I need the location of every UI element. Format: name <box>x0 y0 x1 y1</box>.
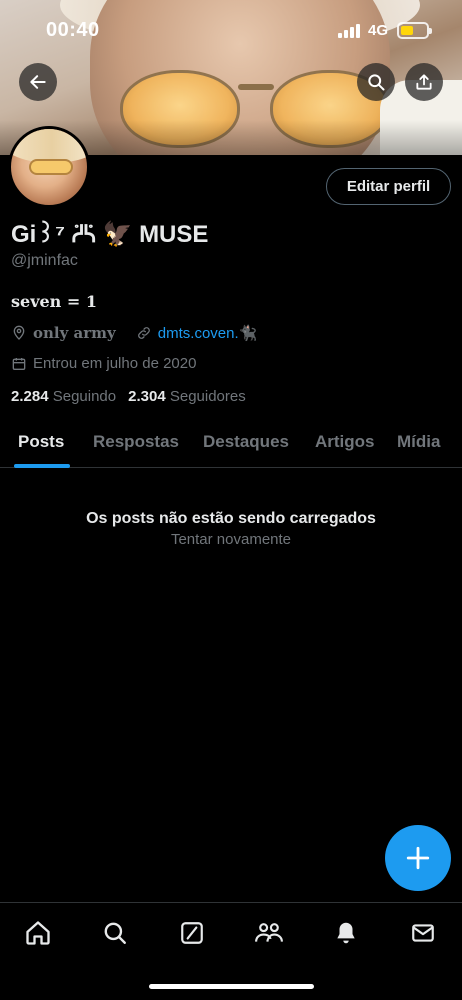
profile-meta-row: only army dmts.coven.🐈‍⬛ <box>11 324 257 342</box>
tab-highlights[interactable]: Destaques <box>203 432 289 452</box>
nav-home[interactable] <box>22 917 54 949</box>
status-time: 00:40 <box>46 19 100 41</box>
mail-icon <box>412 924 434 942</box>
follow-stats: 2.284 Seguindo 2.304 Seguidores <box>11 388 246 405</box>
nav-communities[interactable] <box>253 917 285 949</box>
nav-messages[interactable] <box>407 917 439 949</box>
nav-notifications[interactable] <box>330 917 362 949</box>
nav-grok[interactable] <box>176 917 208 949</box>
calendar-icon <box>12 357 26 370</box>
location-text: only army <box>33 324 116 342</box>
nav-search[interactable] <box>99 917 131 949</box>
signal-icon <box>338 24 360 38</box>
bell-icon <box>337 922 355 944</box>
status-bar: 00:40 4G <box>0 0 462 60</box>
following-link[interactable]: 2.284 Seguindo <box>11 388 116 405</box>
share-button[interactable] <box>405 63 443 101</box>
home-indicator <box>149 984 314 989</box>
active-tab-indicator <box>14 464 70 468</box>
tab-posts[interactable]: Posts <box>18 432 64 452</box>
share-icon <box>416 74 432 90</box>
followers-count: 2.304 <box>128 388 166 405</box>
feed-error-title: Os posts não estão sendo carregados <box>86 510 376 527</box>
retry-link[interactable]: Tentar novamente <box>0 531 462 548</box>
edit-profile-button[interactable]: Editar perfil <box>326 168 451 205</box>
compose-button[interactable] <box>385 825 451 891</box>
joined-row: Entrou em julho de 2020 <box>11 355 196 372</box>
following-label: Seguindo <box>52 388 117 405</box>
avatar[interactable] <box>8 126 90 208</box>
tab-media[interactable]: Mídia <box>397 432 440 452</box>
joined-text: Entrou em julho de 2020 <box>33 355 197 372</box>
followers-link[interactable]: 2.304 Seguidores <box>128 388 246 405</box>
search-button[interactable] <box>357 63 395 101</box>
battery-icon <box>397 22 432 39</box>
link-icon <box>137 327 150 339</box>
display-name: Gi꒱⁷ ᢾᢿ 🦅 MUSE <box>11 221 209 248</box>
followers-label: Seguidores <box>169 388 246 405</box>
profile-tabs: Posts Respostas Destaques Artigos Mídia <box>0 420 462 468</box>
arrow-left-icon <box>30 75 46 89</box>
home-icon <box>26 921 50 945</box>
tab-replies[interactable]: Respostas <box>93 432 179 452</box>
handle: @jminfac <box>11 252 78 269</box>
grok-icon <box>181 922 203 944</box>
banner-sunglasses-bridge <box>238 84 274 90</box>
bio: seven = 1 <box>11 292 97 311</box>
back-button[interactable] <box>19 63 57 101</box>
tab-articles[interactable]: Artigos <box>315 432 375 452</box>
search-icon <box>104 922 126 944</box>
network-label: 4G <box>368 22 389 39</box>
plus-icon <box>406 846 430 870</box>
profile-link[interactable]: dmts.coven.🐈‍⬛ <box>158 324 258 342</box>
communities-icon <box>255 923 283 942</box>
search-icon <box>368 74 385 91</box>
following-count: 2.284 <box>11 388 49 405</box>
location-pin-icon <box>13 325 25 340</box>
